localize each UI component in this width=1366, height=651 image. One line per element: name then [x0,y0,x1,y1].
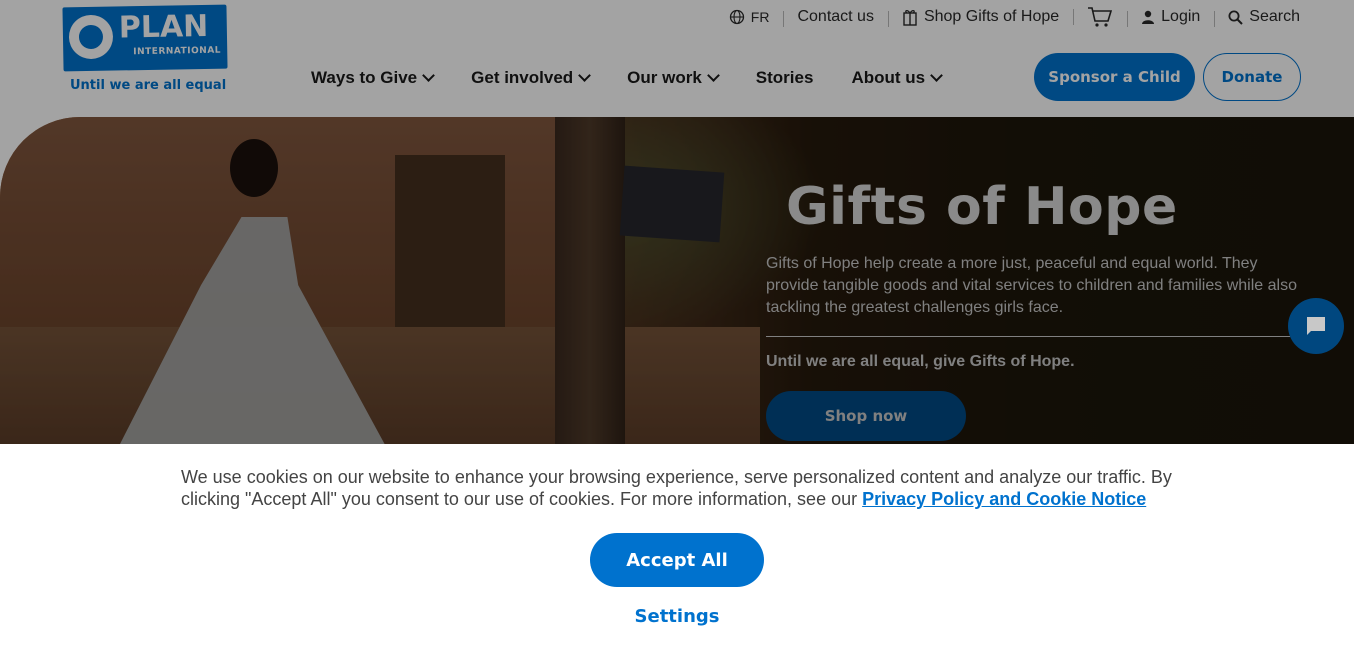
privacy-policy-link[interactable]: Privacy Policy and Cookie Notice [862,489,1146,509]
scrollbar-track[interactable] [1354,0,1366,651]
accept-all-button[interactable]: Accept All [590,533,764,587]
modal-backdrop [0,0,1366,444]
chat-button[interactable] [1288,298,1344,354]
cookie-message: We use cookies on our website to enhance… [181,466,1201,510]
chat-icon [1307,317,1325,335]
cookie-banner: We use cookies on our website to enhance… [0,444,1354,651]
cookie-settings-button[interactable]: Settings [600,606,754,632]
